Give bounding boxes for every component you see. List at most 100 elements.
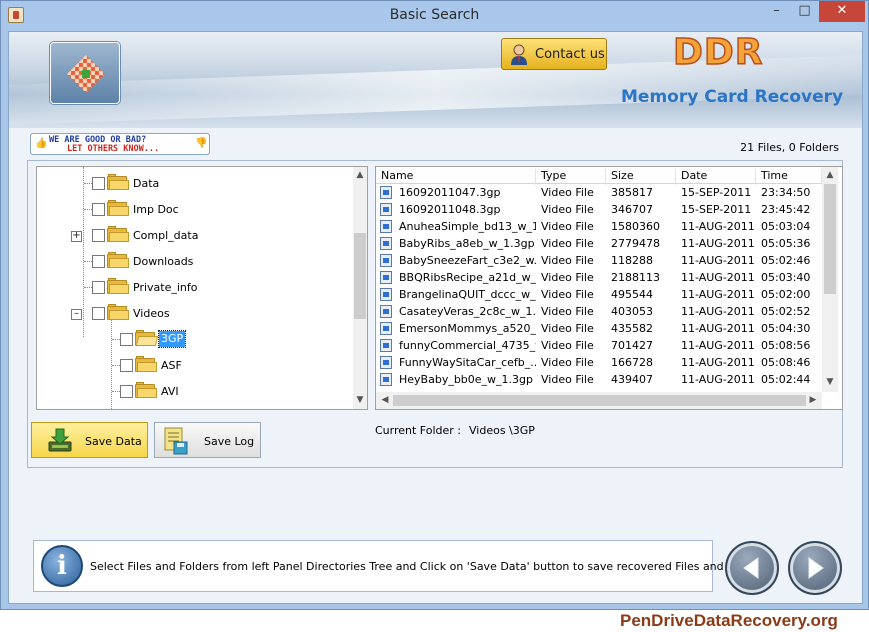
cell-size: 118288 bbox=[611, 254, 653, 267]
tree-checkbox[interactable] bbox=[92, 307, 105, 320]
cell-size: 1580360 bbox=[611, 220, 660, 233]
tree-line bbox=[84, 287, 92, 288]
table-header: Name Type Size Date Time bbox=[376, 167, 822, 185]
table-row[interactable]: FunnyWaySitaCar_cefb_... Video File 166728… bbox=[376, 354, 822, 371]
column-header-size[interactable]: Size bbox=[606, 169, 676, 185]
cell-date: 11-AUG-2011 bbox=[681, 356, 755, 369]
cell-date: 15-SEP-2011 bbox=[681, 203, 752, 216]
tree-item-private-info[interactable]: Private_info bbox=[37, 276, 367, 296]
scroll-right-arrow-icon[interactable]: ▶ bbox=[806, 395, 820, 405]
cell-size: 2779478 bbox=[611, 237, 660, 250]
directory-tree[interactable]: Data Imp Doc + Compl_data Downloads Priv… bbox=[36, 166, 368, 410]
folder-icon bbox=[107, 200, 129, 216]
video-file-icon bbox=[380, 254, 392, 267]
current-folder-value: Videos \3GP bbox=[469, 424, 535, 437]
save-data-label: Save Data bbox=[85, 435, 142, 448]
app-window: Basic Search – □ ✕ Contact us DDR Memory… bbox=[0, 0, 869, 610]
contact-us-button[interactable]: Contact us bbox=[501, 38, 607, 70]
scroll-down-arrow-icon[interactable]: ▼ bbox=[823, 377, 837, 387]
tree-item-label: Private_info bbox=[133, 281, 198, 294]
cell-date: 11-AUG-2011 bbox=[681, 271, 755, 284]
thumbs-up-icon: 👍 bbox=[35, 138, 48, 149]
tree-item-data[interactable]: Data bbox=[37, 172, 367, 192]
video-file-icon bbox=[380, 356, 392, 369]
back-button[interactable] bbox=[725, 541, 779, 595]
save-log-icon bbox=[164, 427, 188, 455]
product-name: Memory Card Recovery bbox=[621, 87, 844, 107]
tree-item-imp-doc[interactable]: Imp Doc bbox=[37, 198, 367, 218]
tree-line bbox=[112, 339, 120, 340]
tree-checkbox[interactable] bbox=[92, 203, 105, 216]
table-row[interactable]: CasateyVeras_2c8c_w_1.... Video File 40305… bbox=[376, 303, 822, 320]
feedback-line-2: LET OTHERS KNOW... bbox=[67, 144, 160, 154]
save-log-button[interactable]: Save Log bbox=[154, 422, 261, 458]
column-header-date[interactable]: Date bbox=[676, 169, 756, 185]
tree-checkbox[interactable] bbox=[92, 281, 105, 294]
video-file-icon bbox=[380, 237, 392, 250]
table-row[interactable]: BrangelinaQUIT_dccc_w_... Video File 49554… bbox=[376, 286, 822, 303]
cell-name: BabyRibs_a8eb_w_1.3gp bbox=[399, 237, 535, 250]
scroll-up-arrow-icon[interactable]: ▲ bbox=[823, 170, 837, 180]
tree-checkbox[interactable] bbox=[92, 177, 105, 190]
tree-item-downloads[interactable]: Downloads bbox=[37, 250, 367, 270]
list-vertical-scrollbar[interactable]: ▲ ▼ bbox=[822, 167, 838, 392]
scroll-left-arrow-icon[interactable]: ◀ bbox=[378, 395, 392, 405]
column-header-type[interactable]: Type bbox=[536, 169, 606, 185]
list-vscroll-thumb[interactable] bbox=[824, 184, 836, 294]
collapse-toggle[interactable]: – bbox=[71, 309, 82, 320]
tree-item-asf[interactable]: ASF bbox=[37, 354, 367, 374]
table-row[interactable]: funnyCommercial_4735_w... Video File 70142… bbox=[376, 337, 822, 354]
table-row[interactable]: HeyBaby_bb0e_w_1.3gp Video File 439407 11-A… bbox=[376, 371, 822, 388]
table-row[interactable]: BBQRibsRecipe_a21d_w_... Video File 218811… bbox=[376, 269, 822, 286]
table-row[interactable]: EmersonMommys_a520_w... Video File 435582 1… bbox=[376, 320, 822, 337]
column-header-name[interactable]: Name bbox=[376, 169, 536, 185]
save-data-button[interactable]: Save Data bbox=[31, 422, 148, 458]
cell-type: Video File bbox=[541, 237, 594, 250]
feedback-badge[interactable]: 👍 WE ARE GOOD OR BAD? LET OTHERS KNOW...… bbox=[30, 133, 210, 155]
tree-checkbox[interactable] bbox=[92, 255, 105, 268]
table-row[interactable]: 16092011048.3gp Video File 346707 15-SEP-20… bbox=[376, 201, 822, 218]
tree-checkbox[interactable] bbox=[92, 229, 105, 242]
table-row[interactable]: BabySneezeFart_c3e2_w.... Video File 11828… bbox=[376, 252, 822, 269]
tree-item-label: Data bbox=[133, 177, 160, 190]
tree-scrollbar[interactable]: ▲ ▼ bbox=[353, 167, 367, 409]
table-row[interactable]: BabyRibs_a8eb_w_1.3gp Video File 2779478 11… bbox=[376, 235, 822, 252]
list-horizontal-scrollbar[interactable]: ◀ ▶ bbox=[376, 392, 822, 409]
cell-size: 439407 bbox=[611, 373, 653, 386]
tree-item-label: Compl_data bbox=[133, 229, 199, 242]
tree-item-label: ASF bbox=[161, 359, 182, 372]
tree-item-compl-data[interactable]: + Compl_data bbox=[37, 224, 367, 244]
scroll-up-arrow-icon[interactable]: ▲ bbox=[353, 170, 367, 180]
file-list-table[interactable]: Name Type Size Date Time 16092011047.3gp… bbox=[375, 166, 843, 410]
tree-item-label: AVI bbox=[161, 385, 179, 398]
table-row[interactable]: 16092011047.3gp Video File 385817 15-SEP-20… bbox=[376, 184, 822, 201]
cell-name: HeyBaby_bb0e_w_1.3gp bbox=[399, 373, 534, 386]
folder-icon bbox=[135, 356, 157, 372]
tree-line bbox=[84, 183, 92, 184]
title-bar[interactable]: Basic Search – □ ✕ bbox=[1, 1, 868, 31]
expand-toggle[interactable]: + bbox=[71, 231, 82, 242]
minimize-button[interactable]: – bbox=[763, 1, 790, 22]
tree-checkbox[interactable] bbox=[120, 359, 133, 372]
cell-date: 11-AUG-2011 bbox=[681, 339, 755, 352]
next-button[interactable] bbox=[788, 541, 842, 595]
close-button[interactable]: ✕ bbox=[819, 1, 865, 22]
list-hscroll-thumb[interactable] bbox=[393, 395, 806, 406]
tree-item-3gp[interactable]: 3GP bbox=[37, 328, 367, 348]
scroll-down-arrow-icon[interactable]: ▼ bbox=[353, 395, 367, 405]
cell-time: 23:45:42 bbox=[761, 203, 811, 216]
person-icon bbox=[511, 44, 527, 65]
column-header-time[interactable]: Time bbox=[756, 169, 822, 185]
contact-us-label: Contact us bbox=[535, 47, 605, 62]
tree-item-videos[interactable]: – Videos bbox=[37, 302, 367, 322]
tree-checkbox[interactable] bbox=[120, 385, 133, 398]
cell-type: Video File bbox=[541, 356, 594, 369]
cell-name: 16092011047.3gp bbox=[399, 186, 501, 199]
table-row[interactable]: AnuheaSimple_bd13_w_1.... Video File 15803… bbox=[376, 218, 822, 235]
cell-time: 05:08:46 bbox=[761, 356, 811, 369]
tree-item-avi[interactable]: AVI bbox=[37, 380, 367, 400]
cell-time: 05:03:40 bbox=[761, 271, 811, 284]
tree-scroll-thumb[interactable] bbox=[354, 233, 366, 319]
tree-checkbox[interactable] bbox=[120, 333, 133, 346]
maximize-button[interactable]: □ bbox=[791, 1, 818, 22]
